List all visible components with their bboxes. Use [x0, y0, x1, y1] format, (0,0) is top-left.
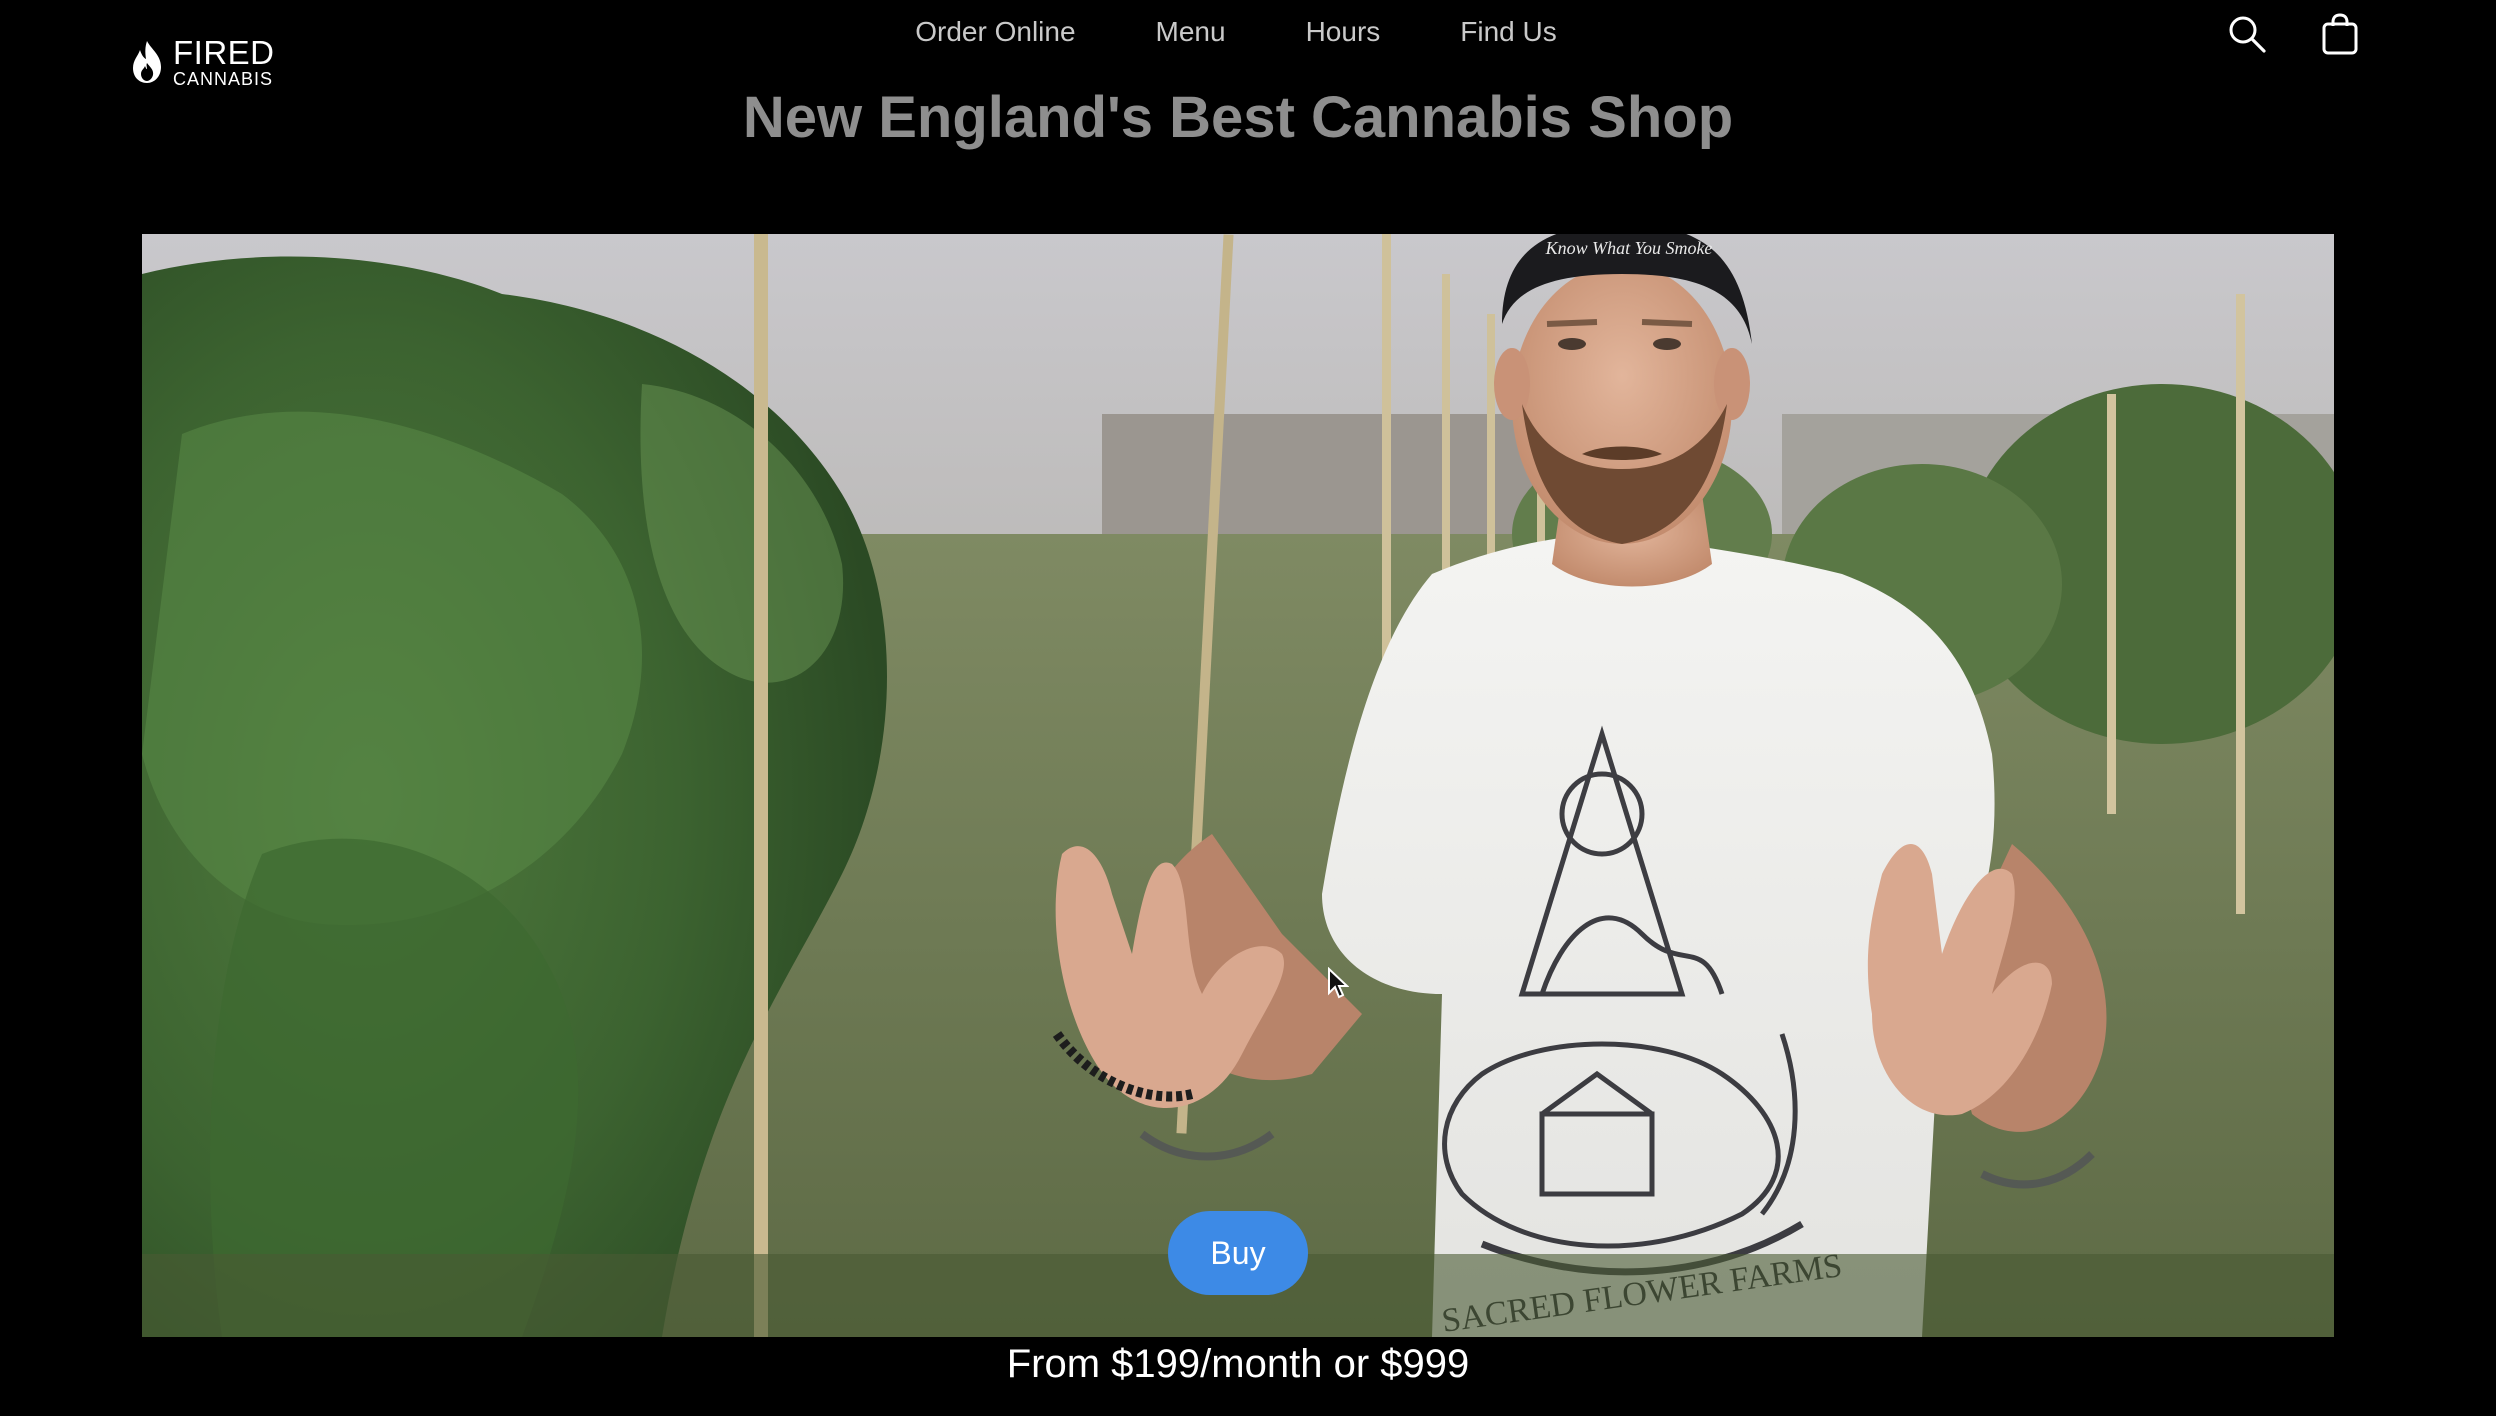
- mouse-cursor-icon: [1328, 967, 1349, 999]
- nav-find-us[interactable]: Find Us: [1460, 14, 1556, 50]
- main-nav: Order Online Menu Hours Find Us: [0, 14, 2496, 50]
- flame-icon: [133, 41, 161, 83]
- shopping-bag-button[interactable]: [2318, 12, 2362, 56]
- logo-word-fired: FIRED: [173, 34, 275, 71]
- shopping-bag-icon: [2322, 13, 2358, 55]
- nav-menu[interactable]: Menu: [1156, 14, 1226, 50]
- nav-hours[interactable]: Hours: [1306, 14, 1381, 50]
- logo[interactable]: FIRED CANNABIS: [127, 36, 275, 88]
- page: FIRED CANNABIS Order Online Menu Hours F…: [0, 0, 2496, 1416]
- nav-list: Order Online Menu Hours Find Us: [915, 14, 1557, 50]
- price-text: From $199/month or $999: [1006, 1342, 1470, 1386]
- hero-title: New England's Best Cannabis Shop: [742, 85, 1734, 150]
- buy-button[interactable]: Buy: [1168, 1211, 1308, 1295]
- search-icon: [2229, 16, 2266, 53]
- hero-video-frame: SACRED FLOWER FARMS Know What You Smoke: [142, 234, 2334, 1337]
- logo-text: FIRED CANNABIS: [173, 36, 275, 88]
- cap-text: Know What You Smoke: [1545, 238, 1713, 258]
- nav-order-online[interactable]: Order Online: [915, 14, 1075, 50]
- search-button[interactable]: [2225, 12, 2269, 56]
- hero-video[interactable]: SACRED FLOWER FARMS Know What You Smoke: [142, 234, 2334, 1337]
